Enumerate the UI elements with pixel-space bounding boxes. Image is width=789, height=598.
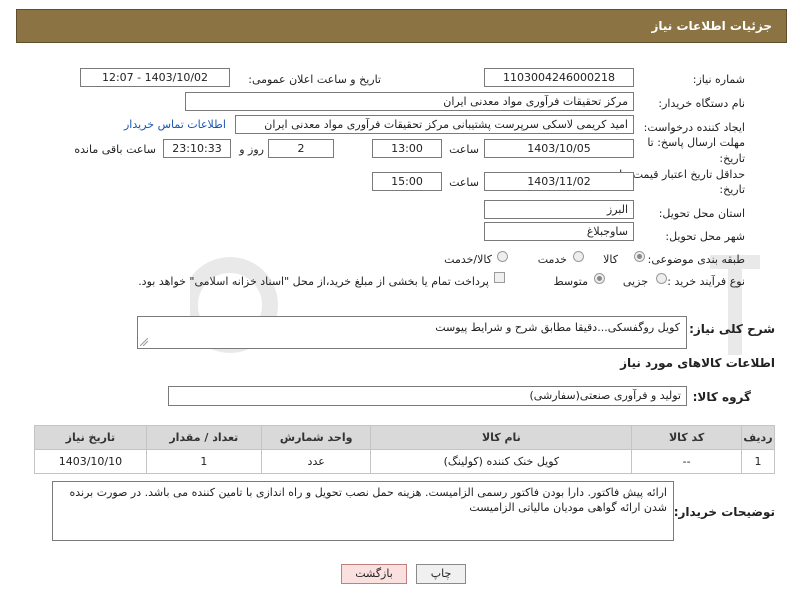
validity-hour-label: ساعت [449, 176, 479, 189]
city-label: شهر محل تحویل: [665, 230, 745, 243]
purchase-radio-minor[interactable] [656, 273, 667, 284]
col-code: کد کالا [631, 425, 742, 450]
treasury-payment-note: پرداخت تمام یا بخشی از مبلغ خرید،از محل … [138, 275, 489, 288]
category-radio-goods[interactable] [634, 251, 645, 262]
goods-section-title: اطلاعات کالاهای مورد نیاز [620, 356, 775, 370]
page-header: جزئیات اطلاعات نیاز [16, 9, 787, 43]
reply-time-field[interactable]: 13:00 [372, 139, 442, 158]
print-button[interactable]: چاپ [416, 564, 466, 584]
need-number-field[interactable]: 1103004246000218 [484, 68, 634, 87]
cell-code: -- [631, 449, 742, 474]
summary-textarea[interactable]: کویل روگفسکی...دقیقا مطابق شرح و شرایط پ… [137, 316, 687, 349]
min-validity-label-date: تاریخ: [719, 183, 745, 196]
goods-group-field[interactable]: تولید و فرآوری صنعتی(سفارشی) [168, 386, 687, 406]
reply-deadline-label-date: تاریخ: [719, 152, 745, 165]
cell-row: 1 [740, 449, 776, 474]
purchase-radio-medium[interactable] [594, 273, 605, 284]
back-button[interactable]: بازگشت [341, 564, 407, 584]
category-label: طبقه بندی موضوعی: [647, 253, 745, 266]
summary-label: شرح کلی نیاز: [689, 322, 775, 336]
buyer-org-label: نام دستگاه خریدار: [658, 97, 745, 110]
category-radio-goods-service[interactable] [497, 251, 508, 262]
purchase-type-label: نوع فرآیند خرید : [667, 275, 745, 288]
goods-group-label: گروه کالا: [692, 390, 751, 404]
validity-time-field[interactable]: 15:00 [372, 172, 442, 191]
col-name: نام کالا [370, 425, 633, 450]
creator-label: ایجاد کننده درخواست: [643, 121, 745, 134]
cell-name: کویل خنک کننده (کولینگ) [370, 449, 633, 474]
category-option-service: خدمت [537, 253, 567, 266]
purchase-option-minor: جزیی [622, 275, 648, 288]
col-qty: تعداد / مقدار [145, 425, 262, 450]
col-unit: واحد شمارش [260, 425, 372, 450]
buyer-notes-textarea[interactable]: ارائه پیش فاکتور. دارا بودن فاکتور رسمی … [52, 481, 674, 541]
remaining-time-field[interactable]: 23:10:33 [163, 139, 231, 158]
purchase-option-medium: متوسط [553, 275, 588, 288]
reply-deadline-label: مهلت ارسال پاسخ: تا [647, 136, 745, 149]
announce-datetime-label: تاریخ و ساعت اعلان عمومی: [248, 73, 381, 86]
col-row: ردیف [740, 425, 776, 450]
days-label: روز و [239, 143, 264, 156]
remaining-label: ساعت باقی مانده [74, 143, 156, 156]
announce-datetime-field[interactable]: 1403/10/02 - 12:07 [80, 68, 230, 87]
reply-date-field[interactable]: 1403/10/05 [484, 139, 634, 158]
min-validity-label: حداقل تاریخ اعتبار قیمت: تا [619, 168, 745, 181]
category-option-goods: کالا [603, 253, 618, 266]
cell-unit: عدد [260, 449, 372, 474]
goods-table: ردیف کد کالا نام کالا واحد شمارش تعداد /… [34, 425, 776, 474]
buyer-notes-text: ارائه پیش فاکتور. دارا بودن فاکتور رسمی … [69, 486, 668, 514]
days-field[interactable]: 2 [268, 139, 334, 158]
validity-date-field[interactable]: 1403/11/02 [484, 172, 634, 191]
province-label: استان محل تحویل: [658, 207, 745, 220]
category-radio-service[interactable] [573, 251, 584, 262]
province-field[interactable]: البرز [484, 200, 634, 219]
table-header-row: ردیف کد کالا نام کالا واحد شمارش تعداد /… [34, 425, 776, 450]
table-row[interactable]: 1 -- کویل خنک کننده (کولینگ) عدد 1 1403/… [34, 449, 776, 474]
buyer-contact-link[interactable]: اطلاعات تماس خریدار [124, 118, 226, 131]
creator-field[interactable]: امید کریمی لاسکی سرپرست پشتیبانی مرکز تح… [235, 115, 634, 134]
buyer-org-field[interactable]: مرکز تحقیقات فرآوری مواد معدنی ایران [185, 92, 634, 111]
need-number-label: شماره نیاز: [692, 73, 745, 86]
page-title: جزئیات اطلاعات نیاز [651, 19, 772, 33]
buyer-notes-label: توضیحات خریدار: [673, 505, 775, 519]
col-date: تاریخ نیاز [34, 425, 147, 450]
cell-date: 1403/10/10 [34, 449, 147, 474]
reply-hour-label: ساعت [449, 143, 479, 156]
resize-grip-icon[interactable] [140, 338, 148, 346]
cell-qty: 1 [145, 449, 262, 474]
city-field[interactable]: ساوجبلاغ [484, 222, 634, 241]
category-option-goods-service: کالا/خدمت [444, 253, 492, 266]
summary-text: کویل روگفسکی...دقیقا مطابق شرح و شرایط پ… [435, 321, 680, 334]
treasury-payment-checkbox[interactable] [494, 272, 505, 283]
